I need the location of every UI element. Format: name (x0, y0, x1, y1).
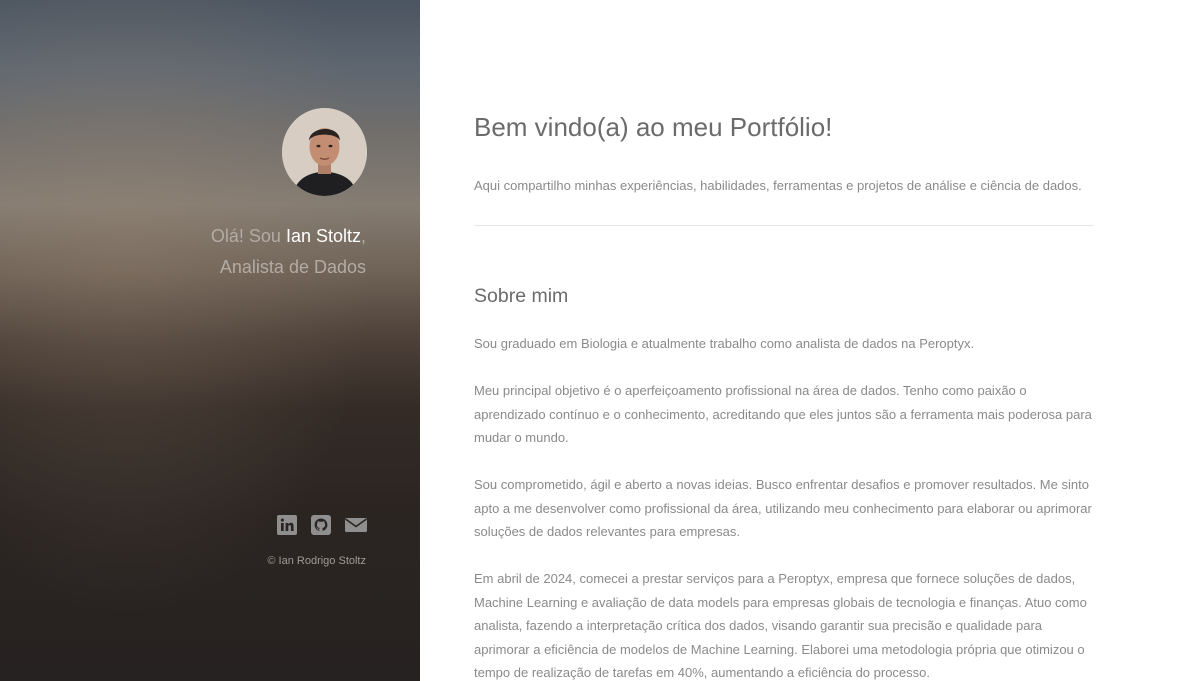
greeting-suffix: , (360, 226, 366, 246)
owner-name: Ian Stoltz (285, 226, 361, 246)
divider (474, 225, 1094, 226)
github-icon[interactable] (311, 515, 331, 535)
main-content: Bem vindo(a) ao meu Portfólio! Aqui comp… (420, 0, 1200, 681)
about-paragraph: Em abril de 2024, comecei a prestar serv… (474, 571, 1087, 680)
about-paragraph: Sou comprometido, ágil e aberto a novas … (474, 477, 1092, 539)
linkedin-icon[interactable] (277, 515, 297, 535)
profile-photo (282, 108, 367, 196)
greeting-line: Olá! Sou Ian Stoltz, (211, 221, 366, 252)
social-links (277, 515, 367, 535)
about-paragraph: Meu principal objetivo é o aperfeiçoamen… (474, 383, 1092, 445)
greeting-prefix: Olá! Sou (210, 226, 286, 246)
page-subtitle: Aqui compartilho minhas experiências, ha… (474, 178, 1082, 193)
about-paragraph: Sou graduado em Biologia e atualmente tr… (474, 336, 975, 351)
copyright-text: © Ian Rodrigo Stoltz (267, 555, 366, 567)
envelope-icon[interactable] (345, 515, 367, 535)
role-title: Analista de Dados (219, 257, 366, 277)
intro-text: Olá! Sou Ian Stoltz, Analista de Dados (211, 221, 366, 283)
sidebar: Olá! Sou Ian Stoltz, Analista de Dados ©… (0, 0, 420, 681)
about-heading: Sobre mim (474, 285, 569, 307)
page-title: Bem vindo(a) ao meu Portfólio! (474, 112, 833, 142)
avatar (282, 108, 367, 196)
